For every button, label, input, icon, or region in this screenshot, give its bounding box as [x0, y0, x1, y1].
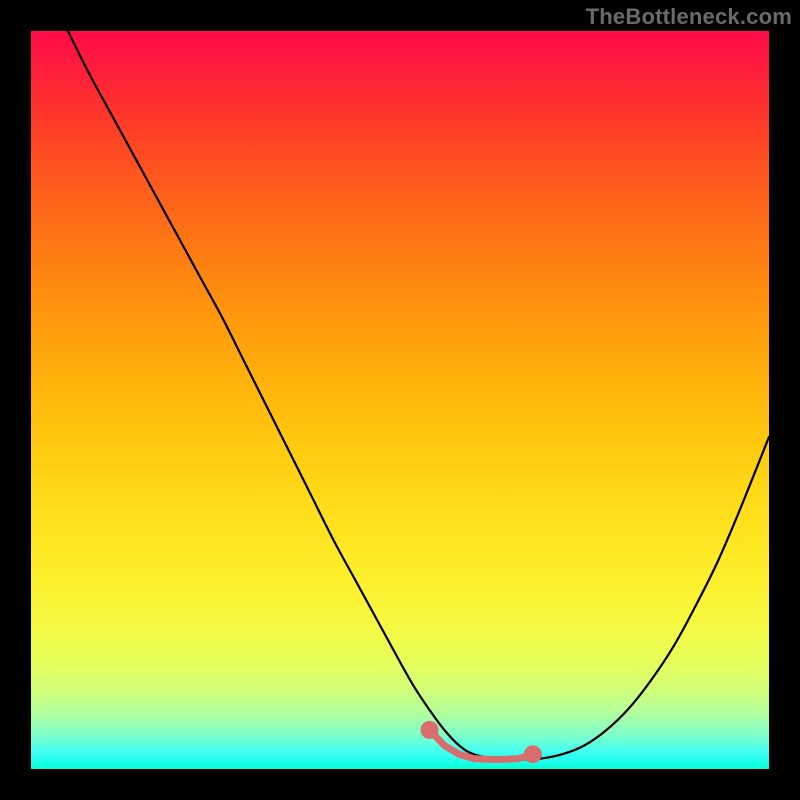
sweet-spot-endpoint [421, 721, 439, 739]
sweet-spot-endpoint [524, 745, 542, 763]
chart-frame: TheBottleneck.com [0, 0, 800, 800]
markers-svg [31, 31, 769, 769]
sweet-spot-line [430, 730, 533, 760]
plot-area [31, 31, 769, 769]
watermark-text: TheBottleneck.com [586, 4, 792, 30]
